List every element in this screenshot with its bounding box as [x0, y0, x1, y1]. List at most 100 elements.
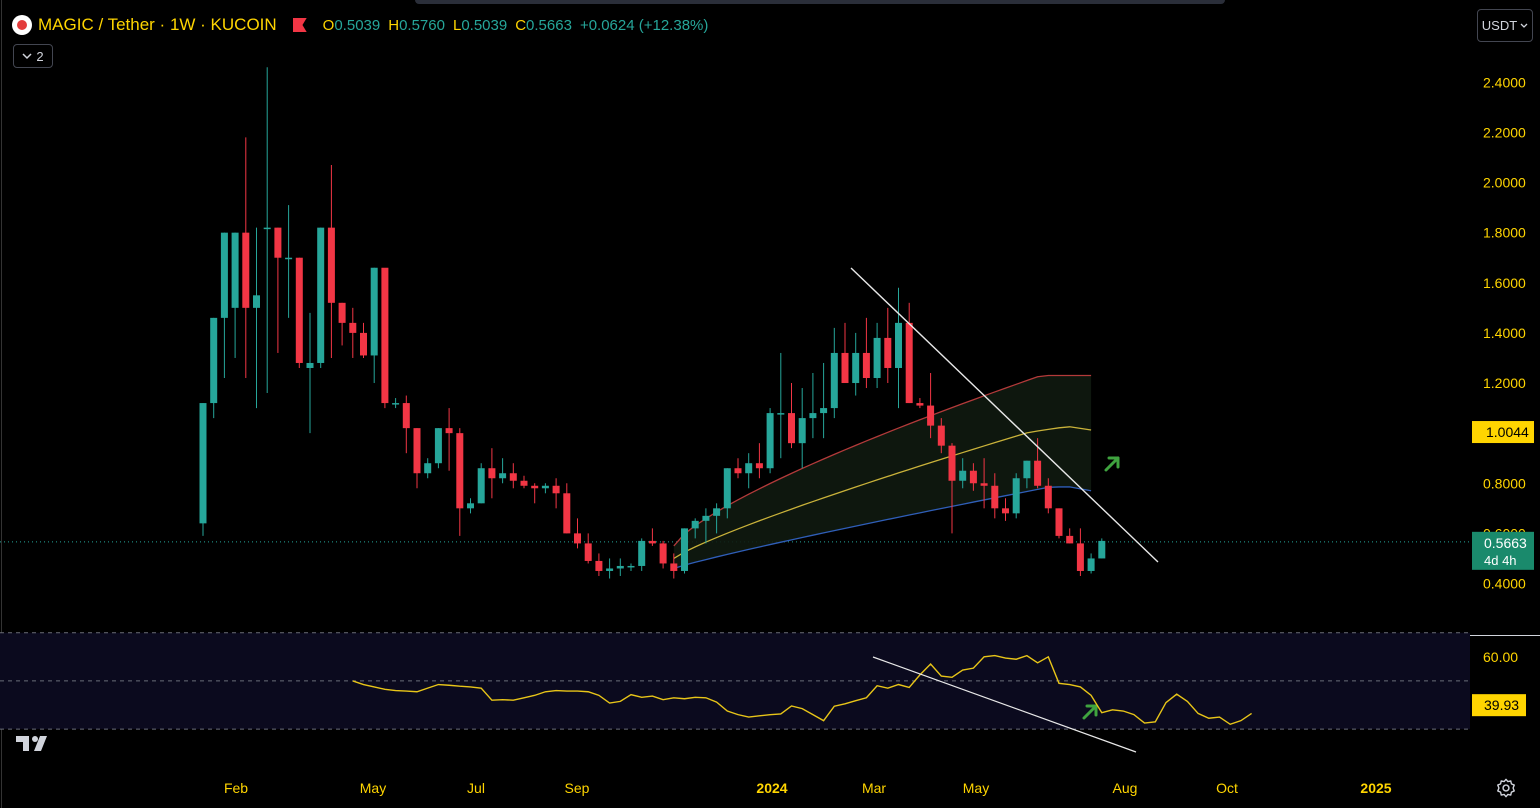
high-value: 0.5760 — [399, 16, 445, 34]
candle-body — [263, 227, 271, 230]
candle — [1087, 553, 1095, 574]
chevron-down-icon — [1520, 23, 1528, 28]
candle-body — [210, 317, 218, 404]
marker-price-label: 1.0044 — [1486, 424, 1529, 440]
candle — [499, 458, 507, 484]
indicators-toggle-button[interactable]: 2 — [13, 44, 53, 68]
price-tick-label: 1.4000 — [1483, 325, 1526, 341]
candle — [852, 332, 860, 396]
candle — [745, 453, 753, 489]
candle-body — [370, 267, 378, 356]
candle-body — [616, 565, 624, 569]
currency-selector[interactable]: USDT — [1477, 9, 1533, 42]
candle — [306, 312, 314, 434]
candle-body — [734, 468, 742, 474]
candle — [1055, 508, 1063, 539]
candle — [317, 227, 325, 368]
candle — [370, 267, 378, 384]
candle-body — [413, 428, 421, 474]
tradingview-logo-icon[interactable] — [16, 734, 56, 752]
candle-body — [520, 480, 528, 486]
candle — [627, 563, 635, 571]
candle — [231, 232, 239, 358]
candle-body — [327, 227, 335, 303]
open-value: 0.5039 — [334, 16, 381, 34]
candle — [766, 408, 774, 474]
flag-icon[interactable] — [292, 18, 307, 32]
candle — [734, 458, 742, 479]
candle — [798, 388, 806, 469]
candle — [242, 137, 250, 379]
candle-body — [541, 485, 549, 489]
candle-body — [745, 463, 753, 474]
price-tick-label: 2.4000 — [1483, 74, 1526, 90]
candle — [402, 395, 410, 454]
symbol-legend: MAGIC / Tether · 1W · KUCOIN O0.5039 H0.… — [12, 12, 708, 38]
candle-body — [509, 473, 517, 481]
candle-body — [402, 403, 410, 429]
candle-body — [531, 485, 539, 489]
candle — [327, 164, 335, 358]
candle-body — [1023, 460, 1031, 479]
close-label: C — [515, 16, 527, 34]
rsi-tick-label: 60.00 — [1483, 649, 1518, 665]
candle — [755, 443, 763, 479]
candle-body — [969, 470, 977, 484]
candle-body — [723, 468, 731, 509]
candle — [873, 322, 881, 389]
candle-body — [991, 485, 999, 509]
candle-body — [1055, 508, 1063, 536]
candle — [606, 558, 614, 579]
candle — [220, 232, 228, 379]
candle-body — [1044, 485, 1052, 509]
symbol-title[interactable]: MAGIC / Tether · 1W · KUCOIN — [38, 15, 277, 35]
candle-body — [927, 405, 935, 426]
candle — [659, 540, 667, 569]
candle — [434, 428, 442, 469]
candle-body — [477, 468, 485, 504]
candle-body — [306, 362, 314, 368]
candle — [809, 372, 817, 439]
candle — [467, 498, 474, 514]
candle — [841, 322, 849, 384]
candle — [820, 362, 828, 439]
candle — [253, 227, 260, 409]
candle — [616, 558, 624, 576]
candle — [285, 205, 293, 318]
candle-body — [285, 257, 293, 260]
gear-icon[interactable] — [1495, 777, 1517, 799]
candle — [905, 302, 913, 404]
candle — [681, 528, 688, 574]
arrow-shaft — [1104, 456, 1120, 472]
candle-body — [830, 352, 838, 409]
candle-body — [445, 428, 453, 434]
candle-body — [499, 473, 507, 479]
low-value: 0.5039 — [461, 16, 508, 34]
candle-body — [788, 413, 795, 444]
candle-body — [595, 560, 603, 571]
candle — [295, 257, 303, 368]
candle — [862, 317, 870, 389]
candle-body — [841, 352, 849, 384]
rsi-current-label: 39.93 — [1484, 697, 1519, 713]
time-axis-label: May — [360, 780, 386, 796]
candle — [1098, 538, 1106, 559]
candle-body — [916, 403, 924, 406]
candle-body — [670, 563, 678, 571]
candle-body — [648, 540, 656, 544]
price-tick-label: 1.6000 — [1483, 275, 1526, 291]
candle-body — [766, 413, 774, 469]
candle — [349, 307, 357, 358]
candle-body — [1012, 478, 1020, 514]
candle — [413, 428, 421, 489]
candle-body — [231, 232, 239, 308]
candle-body — [253, 295, 260, 308]
countdown-label: 4d 4h — [1484, 553, 1517, 568]
candle — [1012, 473, 1020, 519]
candle-body — [959, 470, 967, 481]
candle-body — [467, 503, 474, 509]
price-tick-label: 1.8000 — [1483, 225, 1526, 241]
candle-body — [1076, 543, 1084, 571]
chart-canvas[interactable]: 2.4000 2.2000 2.0000 1.8000 1.6000 1.4000 1.20… — [0, 0, 1540, 808]
candle — [274, 227, 282, 353]
